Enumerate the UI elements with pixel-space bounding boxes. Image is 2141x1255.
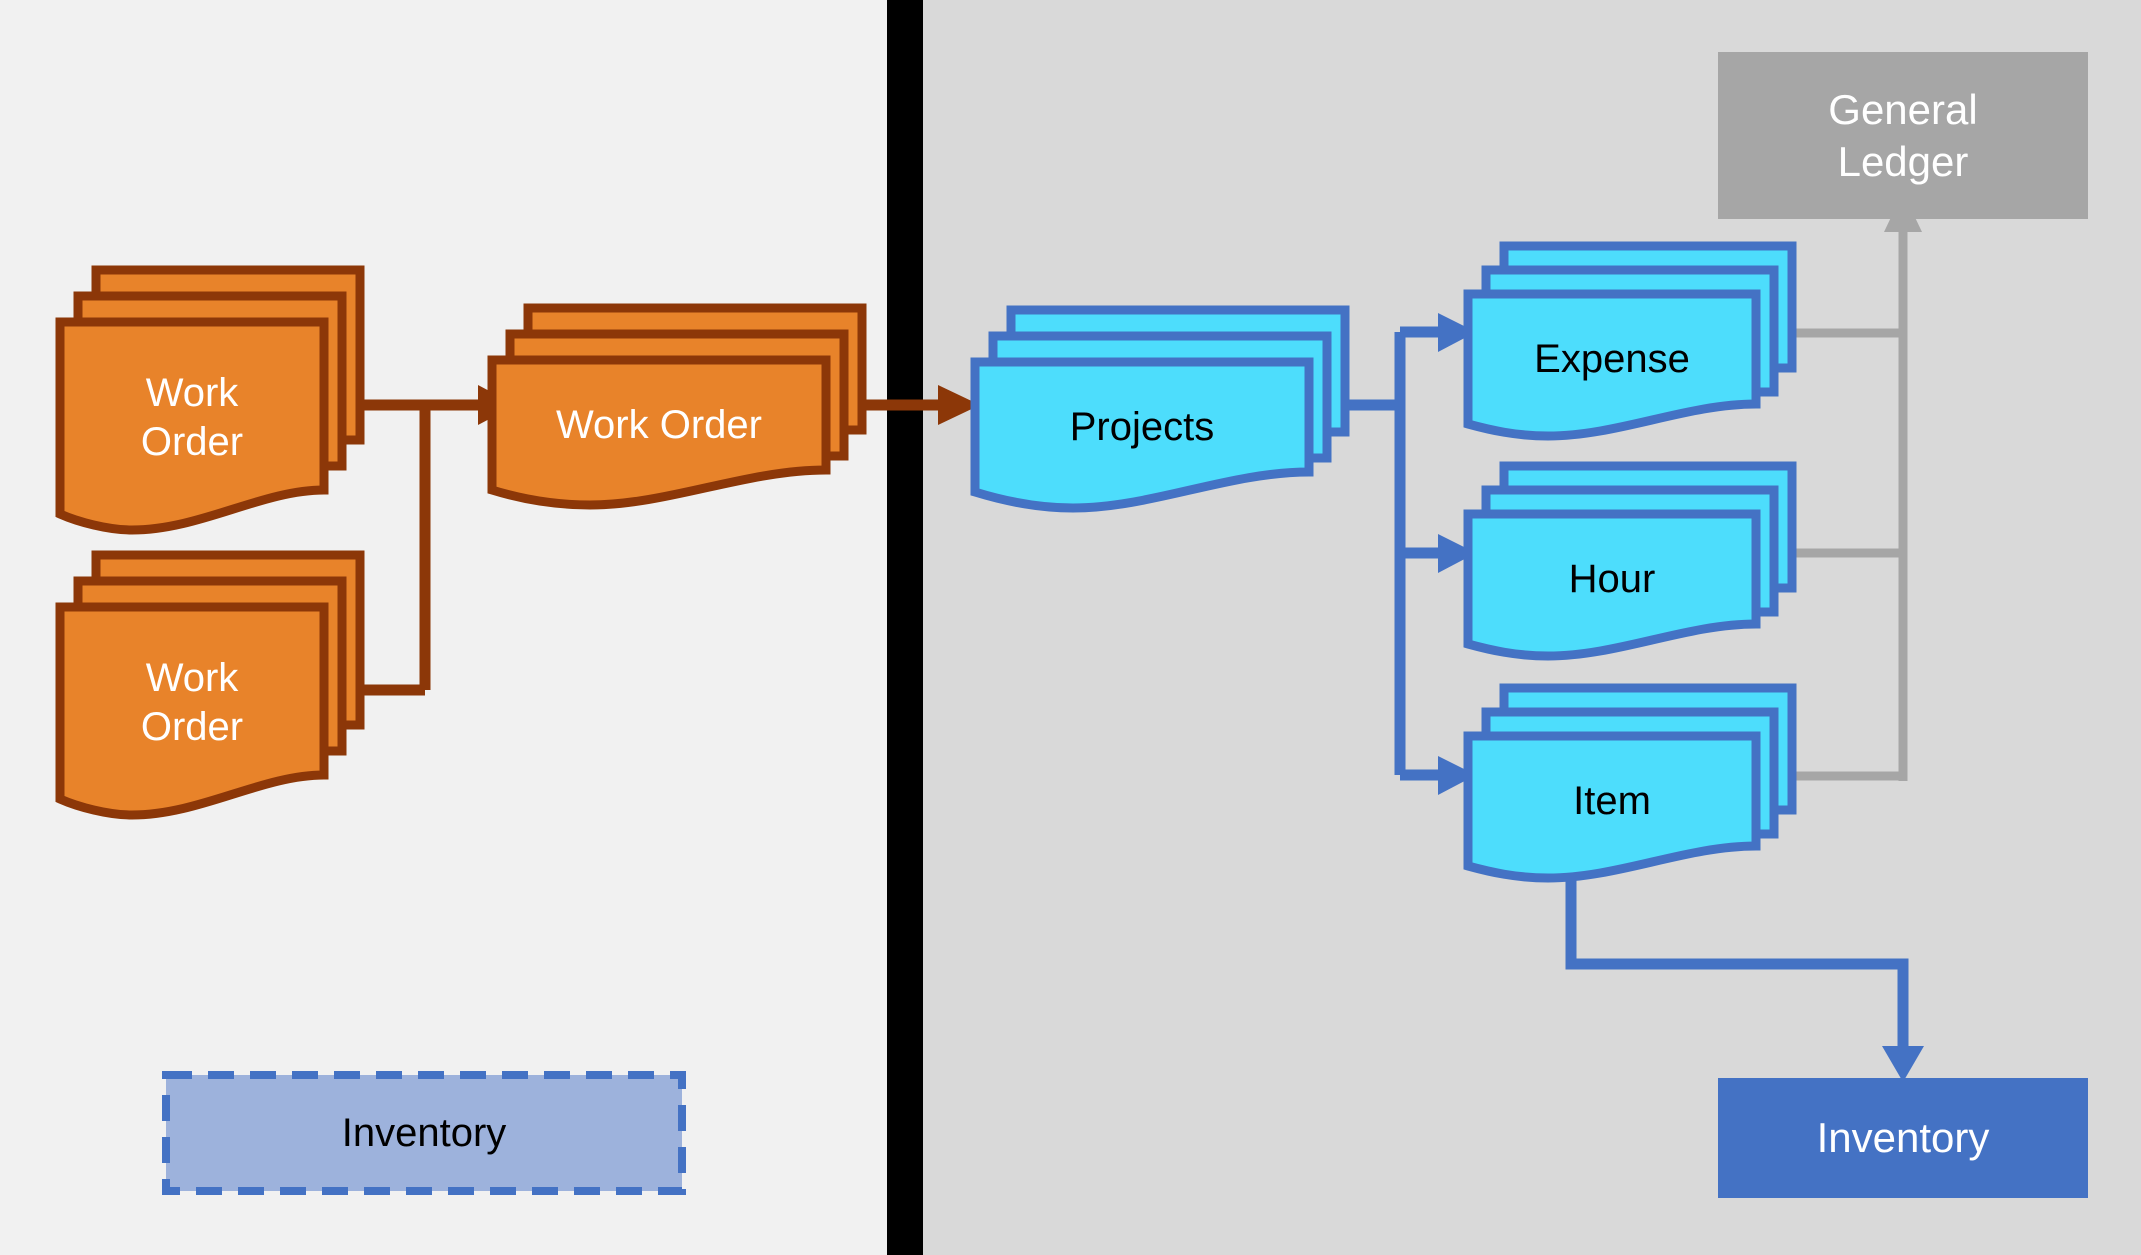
node-general-ledger[interactable]	[1718, 52, 2088, 219]
edge-item-to-inventory	[1565, 862, 1924, 1082]
node-work-order-2[interactable]	[55, 550, 365, 820]
diagram-shapes-layer	[55, 52, 2088, 1198]
node-work-order-1[interactable]	[55, 265, 365, 535]
node-expense[interactable]	[1463, 241, 1797, 441]
node-inventory-legend[interactable]	[162, 1071, 686, 1195]
node-item[interactable]	[1463, 683, 1797, 883]
node-work-order-merged[interactable]	[487, 303, 867, 510]
node-projects[interactable]	[970, 305, 1350, 513]
diagram-canvas: Work Order Work Order Work Order Project…	[0, 0, 2141, 1255]
node-hour[interactable]	[1463, 461, 1797, 661]
node-inventory-target[interactable]	[1718, 1078, 2088, 1198]
